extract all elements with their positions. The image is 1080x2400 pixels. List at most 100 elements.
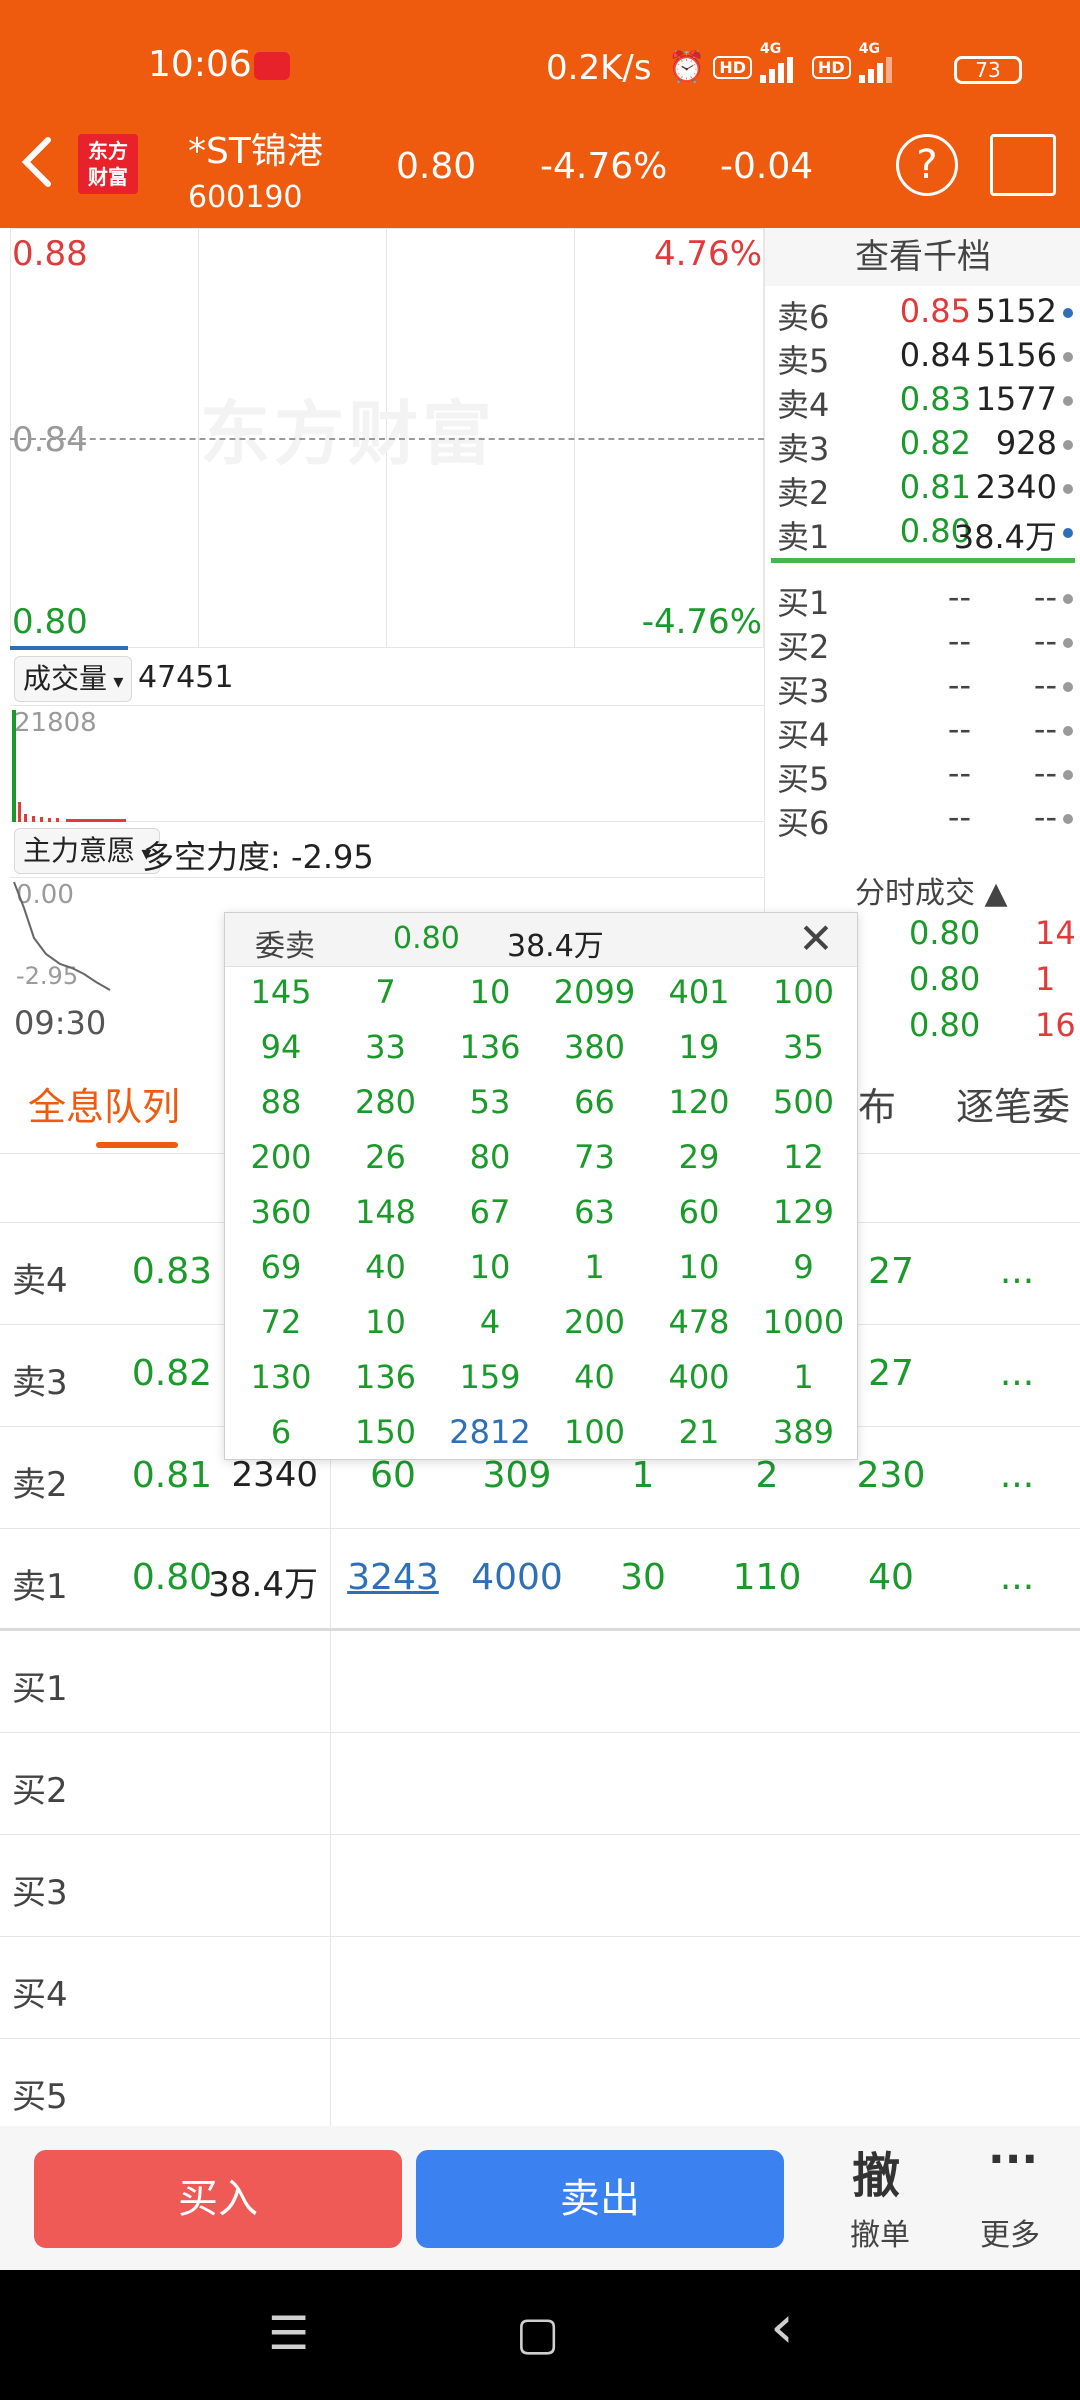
nav-back-icon[interactable]: ‹ <box>770 2292 794 2362</box>
level-label: 买6 <box>777 804 830 842</box>
popup-order-cell: 2812 <box>449 1413 531 1451</box>
sell-button[interactable]: 卖出 <box>416 2150 784 2248</box>
volume-indicator-select[interactable]: 成交量 <box>14 656 133 702</box>
popup-order-cell: 389 <box>772 1413 835 1451</box>
popup-order-cell: 94 <box>260 1028 302 1066</box>
popup-order-cell: 7 <box>375 973 396 1011</box>
queue-row[interactable]: 买5 <box>0 2038 1080 2140</box>
queue-row[interactable]: 卖1 0.80 38.4万 3243 4000 30 110 40... <box>0 1528 1080 1630</box>
level-label: 卖6 <box>777 298 830 336</box>
popup-order-cell: 40 <box>365 1248 406 1286</box>
status-time: 10:06 <box>148 44 252 85</box>
queue-order-cell[interactable]: ... <box>962 1557 1072 1598</box>
tab-distribution[interactable]: 布 <box>858 1076 896 1131</box>
back-icon[interactable] <box>18 132 58 192</box>
cancel-order-icon[interactable]: 撤 <box>852 2136 900 2206</box>
popup-order-cell: 200 <box>250 1138 312 1176</box>
queue-level-volume: 38.4万 <box>208 1565 318 1605</box>
popup-order-cell: 136 <box>459 1028 521 1066</box>
more-icon[interactable]: ··· <box>988 2134 1038 2185</box>
popup-order-cell: 9 <box>793 1248 814 1286</box>
popup-order-cell: 148 <box>354 1193 417 1231</box>
popup-order-cell: 21 <box>678 1413 720 1451</box>
popup-order-cell: 10 <box>469 1248 511 1286</box>
buy-level-row[interactable]: 买2 -- -- <box>771 620 1073 666</box>
popup-order-cell: 60 <box>678 1193 720 1231</box>
tick-trades-toggle[interactable]: 分时成交 ▲ <box>855 868 1008 912</box>
buy-level-row[interactable]: 买6 -- -- <box>771 796 1073 842</box>
queue-level-label: 卖4 <box>12 1261 68 1301</box>
level-dot-icon <box>1063 770 1073 780</box>
queue-level-label: 买3 <box>12 1873 68 1913</box>
level-dot-icon <box>1063 352 1073 362</box>
queue-order-cell[interactable]: 60 <box>338 1455 448 1496</box>
cancel-order-label[interactable]: 撤单 <box>850 2210 910 2254</box>
sell-level-row[interactable]: 卖5 0.84 5156 <box>771 334 1073 380</box>
tick-volume: 16 <box>1035 1006 1076 1044</box>
close-icon[interactable]: ✕ <box>791 913 841 967</box>
popup-order-cell: 200 <box>563 1303 626 1341</box>
tick-price: 0.80 <box>909 960 981 998</box>
queue-order-cell[interactable]: ... <box>962 1353 1072 1394</box>
level-volume: -- <box>1033 798 1057 836</box>
popup-order-cell: 33 <box>365 1028 406 1066</box>
buy-level-row[interactable]: 买3 -- -- <box>771 664 1073 710</box>
queue-order-cell[interactable]: 4000 <box>462 1557 572 1598</box>
level-label: 卖1 <box>777 518 830 556</box>
queue-row[interactable]: 买1 <box>0 1630 1080 1732</box>
home-icon[interactable]: ▢ <box>516 2306 559 2360</box>
tab-full-queue[interactable]: 全息队列 <box>28 1076 180 1131</box>
notification-icon <box>254 52 290 80</box>
queue-row[interactable]: 买4 <box>0 1936 1080 2038</box>
queue-order-cell[interactable]: ... <box>962 1455 1072 1496</box>
buy-button[interactable]: 买入 <box>34 2150 402 2248</box>
queue-order-cell[interactable]: 309 <box>462 1455 572 1496</box>
popup-order-cell: 10 <box>365 1303 406 1341</box>
queue-row[interactable]: 买3 <box>0 1834 1080 1936</box>
buy-level-row[interactable]: 买4 -- -- <box>771 708 1073 754</box>
pct-axis-high: 4.76% <box>653 234 762 274</box>
level-dot-icon <box>1063 440 1073 450</box>
y-axis-mid: 0.84 <box>12 420 88 460</box>
popup-order-cell: 130 <box>250 1358 312 1396</box>
queue-level-label: 买1 <box>12 1669 68 1709</box>
level-dot-icon <box>1063 682 1073 692</box>
hd-icon: HD <box>713 56 753 79</box>
sell-level-row[interactable]: 卖2 0.81 2340 <box>771 466 1073 512</box>
popup-label: 委卖 <box>255 929 315 964</box>
buy-level-row[interactable]: 买1 -- -- <box>771 576 1073 622</box>
popup-order-cell: 88 <box>260 1083 302 1121</box>
volume-bars <box>12 710 126 822</box>
popup-order-cell: 380 <box>563 1028 626 1066</box>
level-dot-icon <box>1063 638 1073 648</box>
popup-order-cell: 100 <box>563 1413 626 1451</box>
queue-order-cell[interactable]: 3243 <box>338 1557 448 1598</box>
sell-level-row[interactable]: 卖1 0.80 38.4万 <box>771 510 1073 556</box>
view-full-depth-button[interactable]: 查看千档 <box>765 228 1080 286</box>
queue-order-cell[interactable]: 30 <box>588 1557 698 1598</box>
queue-order-cell[interactable]: ... <box>962 1251 1072 1292</box>
sell-level-row[interactable]: 卖3 0.82 928 <box>771 422 1073 468</box>
queue-order-cell[interactable]: 230 <box>836 1455 946 1496</box>
signal-icon-2: 4G <box>858 41 903 83</box>
queue-order-cell[interactable]: 110 <box>712 1557 822 1598</box>
force-value: 多空力度: -2.95 <box>142 838 374 876</box>
popup-order-cell: 100 <box>772 973 835 1011</box>
active-tab-indicator <box>96 1142 178 1148</box>
force-indicator-select[interactable]: 主力意愿 <box>14 828 161 874</box>
queue-order-cell[interactable]: 1 <box>588 1455 698 1496</box>
menu-icon[interactable]: ☰ <box>268 2306 309 2360</box>
queue-row[interactable]: 买2 <box>0 1732 1080 1834</box>
queue-level-label: 卖1 <box>12 1567 68 1607</box>
queue-order-cell[interactable]: 2 <box>712 1455 822 1496</box>
queue-order-cell[interactable]: 40 <box>836 1557 946 1598</box>
more-label[interactable]: 更多 <box>980 2210 1040 2254</box>
layout-toggle-icon[interactable] <box>990 134 1056 196</box>
help-icon[interactable]: ? <box>896 134 958 196</box>
level-dot-icon <box>1063 594 1073 604</box>
buy-level-row[interactable]: 买5 -- -- <box>771 752 1073 798</box>
sell-level-row[interactable]: 卖6 0.85 5152 <box>771 290 1073 336</box>
tab-tick-orders[interactable]: 逐笔委 <box>956 1076 1070 1131</box>
intraday-chart[interactable]: 东方财富 0.88 0.84 0.80 4.76% -4.76% 成交量 474… <box>10 228 764 1042</box>
sell-level-row[interactable]: 卖4 0.83 1577 <box>771 378 1073 424</box>
